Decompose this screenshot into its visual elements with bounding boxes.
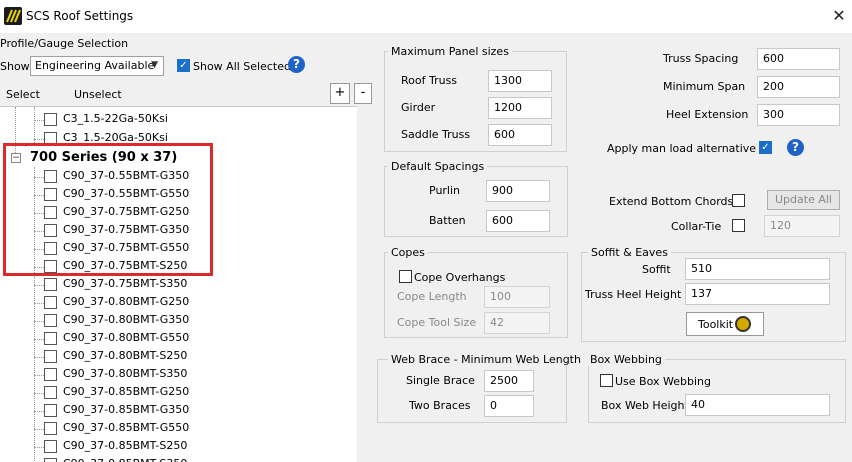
show-dropdown[interactable]: Engineering Available ▼ [30,56,164,76]
highlight-box [3,143,213,276]
box-web-height-input[interactable]: 40 [685,394,830,416]
heel-extension-input[interactable]: 300 [757,104,840,126]
item-checkbox[interactable] [44,113,57,126]
item-checkbox[interactable] [44,296,57,309]
roof-truss-label: Roof Truss [401,74,458,87]
item-checkbox[interactable] [44,422,57,435]
show-dropdown-value: Engineering Available [35,59,155,72]
cope-tool-size-label: Cope Tool Size [397,316,477,329]
soffit-eaves-title: Soffit & Eaves [588,246,671,259]
window-title: SCS Roof Settings [26,9,134,23]
item-checkbox[interactable] [44,458,57,462]
max-panel-title: Maximum Panel sizes [388,45,512,58]
minimum-span-input[interactable]: 200 [757,76,840,98]
saddle-truss-label: Saddle Truss [401,128,471,141]
minimum-span-label: Minimum Span [663,80,746,93]
default-spacings-title: Default Spacings [388,160,488,173]
tree-scrollbar[interactable] [357,106,372,462]
girder-label: Girder [401,101,436,114]
use-box-webbing-label: Use Box Webbing [615,375,711,388]
purlin-input[interactable]: 900 [486,180,550,202]
truss-heel-height-label: Truss Heel Height [585,288,682,301]
gear-icon [735,316,751,332]
remove-button[interactable]: - [354,83,372,104]
show-all-selected-label: Show All Selected [193,60,291,73]
add-button[interactable]: + [330,83,350,104]
batten-input[interactable]: 600 [486,210,550,232]
item-checkbox[interactable] [44,278,57,291]
item-checkbox[interactable] [44,350,57,363]
heel-extension-label: Heel Extension [666,108,749,121]
help-icon[interactable]: ? [288,56,305,73]
box-webbing-title: Box Webbing [587,353,665,366]
cope-tool-size-input[interactable]: 42 [484,312,550,334]
truss-spacing-input[interactable]: 600 [757,48,840,70]
box-web-height-label: Box Web Height [601,399,689,412]
collar-tie-label: Collar-Tie [671,220,722,233]
copes-title: Copes [388,246,428,259]
man-load-checkbox[interactable]: ✓ [759,141,772,154]
item-checkbox[interactable] [44,440,57,453]
item-checkbox[interactable] [44,386,57,399]
unselect-button[interactable]: Unselect [74,88,122,101]
extend-bottom-chords-label: Extend Bottom Chords [609,195,734,208]
saddle-truss-input[interactable]: 600 [488,124,552,146]
item-checkbox[interactable] [44,368,57,381]
item-checkbox[interactable] [44,332,57,345]
cope-overhangs-checkbox[interactable] [399,270,412,283]
collar-tie-input[interactable]: 120 [764,215,840,237]
chevron-down-icon: ▼ [151,60,158,70]
toolkit-label: Toolkit [698,318,734,331]
two-braces-label: Two Braces [409,399,471,412]
cope-overhangs-label: Cope Overhangs [414,271,506,284]
cope-length-label: Cope Length [397,290,467,303]
two-braces-input[interactable]: 0 [484,395,534,417]
roof-truss-input[interactable]: 1300 [488,70,552,92]
collar-tie-checkbox[interactable] [732,219,745,232]
use-box-webbing-checkbox[interactable] [600,374,613,387]
truss-spacing-label: Truss Spacing [663,52,739,65]
app-logo-icon [4,7,22,25]
girder-input[interactable]: 1200 [488,97,552,119]
truss-heel-height-input[interactable]: 137 [685,283,830,305]
soffit-input[interactable]: 510 [685,258,830,280]
extend-bottom-chords-checkbox[interactable] [732,194,745,207]
update-all-button[interactable]: Update All [767,190,840,210]
man-load-label: Apply man load alternative [607,142,757,155]
web-brace-group [377,359,567,423]
cope-length-input[interactable]: 100 [484,286,550,308]
single-brace-input[interactable]: 2500 [484,370,534,392]
select-button[interactable]: Select [6,88,40,101]
purlin-label: Purlin [429,184,461,197]
soffit-label: Soffit [642,263,671,276]
batten-label: Batten [429,214,466,227]
profile-gauge-label: Profile/Gauge Selection [0,37,129,50]
help-icon[interactable]: ? [787,139,804,156]
close-icon[interactable]: ✕ [828,4,850,28]
single-brace-label: Single Brace [406,374,475,387]
item-checkbox[interactable] [44,404,57,417]
show-all-selected-checkbox[interactable]: ✓ [177,59,190,72]
toolkit-button[interactable]: Toolkit [686,312,764,336]
item-checkbox[interactable] [44,314,57,327]
web-brace-title: Web Brace - Minimum Web Length [388,353,584,366]
show-label: Show [0,60,30,73]
